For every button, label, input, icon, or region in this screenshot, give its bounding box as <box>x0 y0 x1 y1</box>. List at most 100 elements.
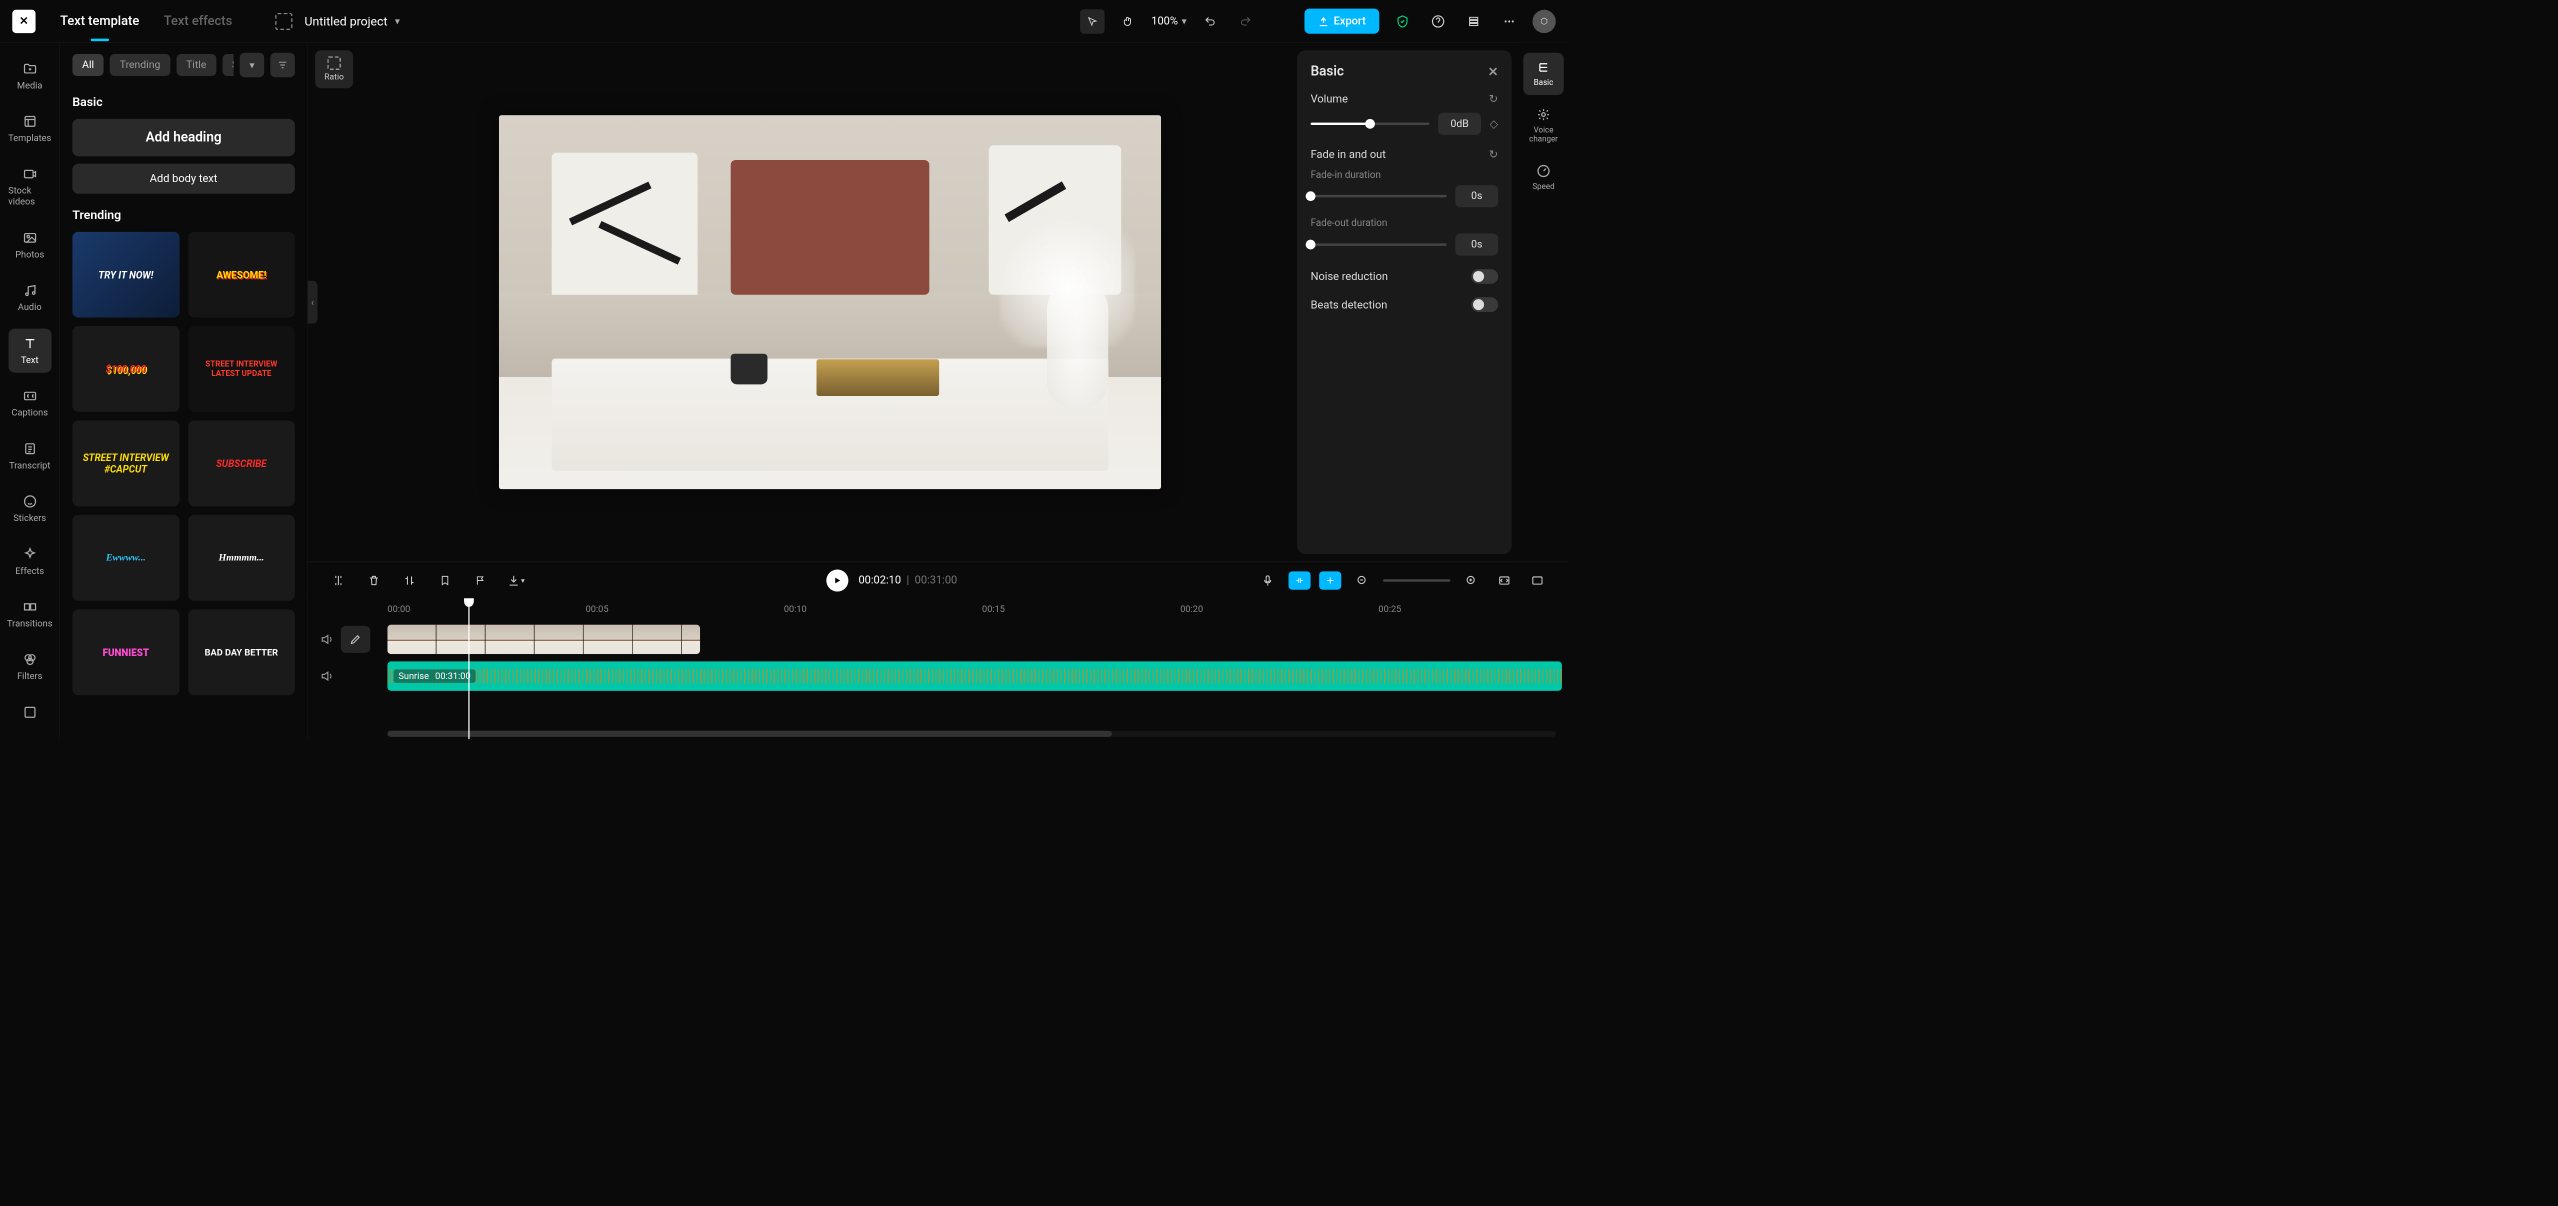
nav-captions[interactable]: Captions <box>8 381 51 425</box>
redo-icon[interactable] <box>1233 9 1258 34</box>
audio-clip[interactable]: Sunrise 00:31:00 <box>387 661 1562 690</box>
crop-left-icon[interactable] <box>397 568 422 593</box>
template-card[interactable]: Hmmmm... <box>188 515 295 601</box>
project-dropdown-icon[interactable]: ▾ <box>395 15 400 27</box>
template-card[interactable]: STREET INTERVIEW #CAPCUT <box>72 421 179 507</box>
filter-pill-all[interactable]: All <box>72 54 103 76</box>
split-icon[interactable] <box>326 568 351 593</box>
user-avatar[interactable]: ⬡ <box>1533 10 1556 33</box>
template-card[interactable]: AWESOME! <box>188 232 295 318</box>
layers-icon[interactable] <box>1461 9 1486 34</box>
flag-icon[interactable] <box>468 568 493 593</box>
video-clip[interactable] <box>387 625 700 654</box>
nav-photos[interactable]: Photos <box>8 223 51 267</box>
template-card[interactable]: TRY IT NOW! <box>72 232 179 318</box>
expand-icon[interactable] <box>1525 568 1550 593</box>
bookmark-icon[interactable] <box>433 568 458 593</box>
project-name[interactable]: Untitled project <box>305 14 388 29</box>
fit-icon[interactable] <box>1492 568 1517 593</box>
hand-tool-icon[interactable] <box>1116 9 1141 34</box>
timeline-zoom-slider[interactable] <box>1383 579 1450 581</box>
snap-toggle-2-icon[interactable] <box>1319 571 1341 589</box>
filter-pill-trending[interactable]: Trending <box>110 54 170 76</box>
template-card[interactable]: Ewwww... <box>72 515 179 601</box>
download-icon[interactable]: ▾ <box>504 568 529 593</box>
section-trending-title: Trending <box>72 207 295 222</box>
track-edit-icon[interactable] <box>341 626 370 653</box>
fade-out-value[interactable]: 0s <box>1455 234 1498 256</box>
fade-in-value[interactable]: 0s <box>1455 185 1498 207</box>
timeline-ruler[interactable]: 00:0000:0500:1000:1500:2000:25 <box>387 598 1568 620</box>
rstrip-speed[interactable]: Speed <box>1523 156 1563 198</box>
audio-clip-name: Sunrise <box>398 671 429 682</box>
template-card[interactable]: STREET INTERVIEW LATEST UPDATE <box>188 326 295 412</box>
filter-pill-s[interactable]: S <box>222 54 233 76</box>
nav-more[interactable] <box>8 698 51 727</box>
timeline-scrollbar[interactable] <box>387 731 1555 737</box>
playhead[interactable] <box>468 598 469 739</box>
shield-check-icon[interactable] <box>1390 9 1415 34</box>
zoom-display[interactable]: 100%▾ <box>1151 15 1186 28</box>
volume-value[interactable]: 0dB <box>1438 113 1481 135</box>
template-card[interactable]: $100,000 <box>72 326 179 412</box>
speed-icon <box>1536 164 1551 179</box>
nav-effects[interactable]: Effects <box>8 539 51 583</box>
filter-settings-icon[interactable] <box>270 53 295 78</box>
section-basic-title: Basic <box>72 94 295 109</box>
mic-icon[interactable] <box>1255 568 1280 593</box>
tab-text-effects[interactable]: Text effects <box>164 2 232 41</box>
help-icon[interactable] <box>1426 9 1451 34</box>
template-card[interactable]: SUBSCRIBE <box>188 421 295 507</box>
nav-stock-videos[interactable]: Stock videos <box>8 159 51 214</box>
close-panel-icon[interactable]: ✕ <box>1488 64 1498 79</box>
nav-text[interactable]: Text <box>8 329 51 373</box>
add-heading-button[interactable]: Add heading <box>72 119 295 156</box>
ruler-tick: 00:00 <box>387 603 410 614</box>
fade-out-slider[interactable] <box>1311 243 1447 245</box>
beats-detection-toggle[interactable] <box>1471 297 1498 312</box>
fade-out-label: Fade-out duration <box>1311 217 1499 229</box>
nav-transitions[interactable]: Transitions <box>8 592 51 636</box>
template-card[interactable]: BAD DAY BETTER <box>188 609 295 695</box>
track-mute-icon[interactable] <box>320 669 333 682</box>
rstrip-voice-changer[interactable]: Voice changer <box>1523 100 1563 151</box>
play-button[interactable] <box>827 569 849 591</box>
volume-keyframe-icon[interactable]: ◇ <box>1490 117 1498 130</box>
nav-stickers[interactable]: Stickers <box>8 487 51 531</box>
basic-icon <box>1536 60 1551 75</box>
timeline[interactable]: 00:0000:0500:1000:1500:2000:25 <box>308 598 1568 739</box>
noise-reduction-toggle[interactable] <box>1471 269 1498 284</box>
snap-toggle-1-icon[interactable] <box>1289 571 1311 589</box>
zoom-out-icon[interactable] <box>1350 568 1375 593</box>
export-button[interactable]: Export <box>1304 9 1379 34</box>
rstrip-basic[interactable]: Basic <box>1523 53 1563 95</box>
volume-slider[interactable] <box>1311 123 1430 125</box>
zoom-in-icon[interactable] <box>1459 568 1484 593</box>
preview-canvas[interactable] <box>363 43 1297 562</box>
track-mute-icon[interactable] <box>320 633 333 646</box>
nav-transcript[interactable]: Transcript <box>8 434 51 478</box>
template-card[interactable]: FUNNIEST <box>72 609 179 695</box>
more-icon[interactable] <box>1497 9 1522 34</box>
effects-icon <box>22 547 37 562</box>
fade-in-slider[interactable] <box>1311 195 1447 197</box>
voice-changer-icon <box>1536 107 1551 122</box>
volume-reset-icon[interactable]: ↻ <box>1489 93 1498 106</box>
undo-icon[interactable] <box>1198 9 1223 34</box>
filter-more-icon[interactable]: ▾ <box>240 53 265 78</box>
app-logo[interactable]: ✕ <box>12 10 35 33</box>
fade-reset-icon[interactable]: ↻ <box>1489 148 1498 161</box>
add-body-text-button[interactable]: Add body text <box>72 164 295 194</box>
audio-basic-panel: Basic ✕ Volume ↻ 0dB <box>1297 50 1512 554</box>
panel-title: Basic <box>1311 64 1344 79</box>
nav-audio[interactable]: Audio <box>8 276 51 320</box>
nav-templates[interactable]: Templates <box>8 107 51 151</box>
ratio-button[interactable]: Ratio <box>315 50 353 88</box>
nav-media[interactable]: Media <box>8 54 51 98</box>
nav-filters[interactable]: Filters <box>8 645 51 689</box>
tab-text-template[interactable]: Text template <box>60 2 139 41</box>
collapse-panel-icon[interactable]: ‹ <box>308 281 318 324</box>
pointer-tool-icon[interactable] <box>1080 9 1105 34</box>
filter-pill-title[interactable]: Title <box>176 54 216 76</box>
delete-icon[interactable] <box>362 568 387 593</box>
